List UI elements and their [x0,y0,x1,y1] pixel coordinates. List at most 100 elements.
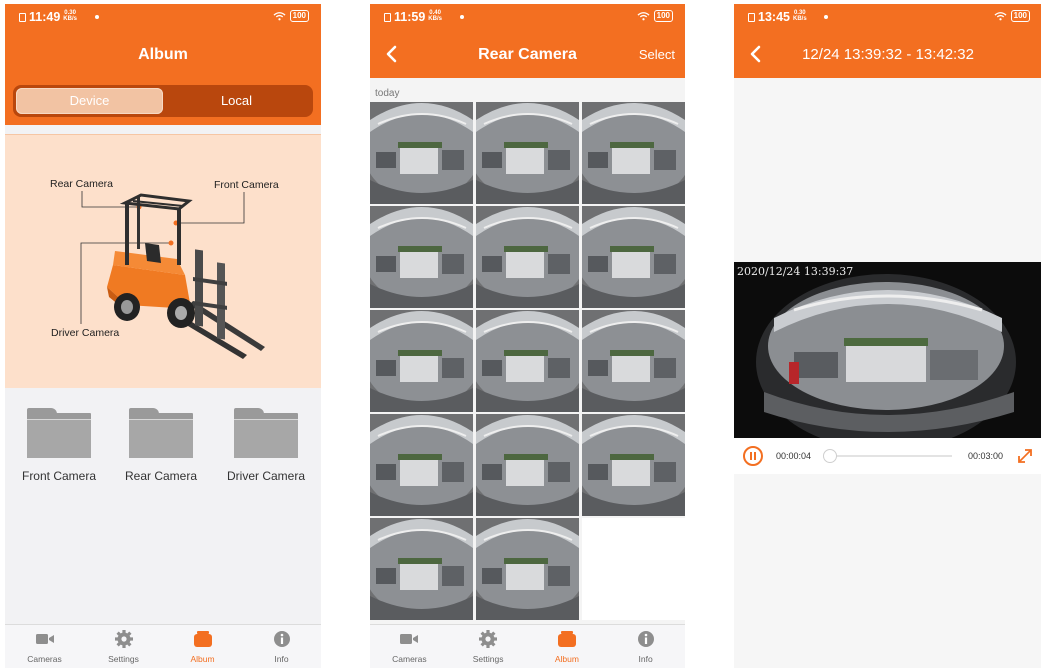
info-icon [273,631,290,647]
tab-label: Cameras [27,654,62,664]
album-icon [557,631,576,647]
rear-camera-screen: 11:59 0.40 KB/s 100 Rear Camera Select tod… [370,4,685,668]
video-thumbnail[interactable] [582,102,685,204]
folder-icon [27,408,91,458]
page-title: 12/24 13:39:32 - 13:42:32 [802,46,974,63]
video-thumbnail[interactable] [476,518,579,620]
album-icon [193,631,212,647]
folder-driver-camera[interactable]: Driver Camera [216,408,316,483]
bottom-tab-bar: Cameras Settings Album Info [5,624,321,668]
tab-label: Settings [472,654,504,664]
status-clock: 13:45 [758,10,790,24]
gear-icon [114,630,133,648]
status-time: 13:45 0.30 KB/s [748,10,807,24]
video-frame [734,262,1041,438]
source-segmented-control: Device Local [13,85,313,117]
notification-dot [824,15,828,19]
bottom-tab-bar: Cameras Settings Album Info [370,624,685,668]
tab-info[interactable]: Info [606,625,685,668]
network-speed: 0.40 KB/s [428,10,442,22]
battery-icon: 100 [1010,10,1030,22]
folder-list: Front Camera Rear Camera Driver Camera [5,388,321,624]
video-thumbnail[interactable] [582,206,685,308]
info-icon [637,631,654,647]
fullscreen-icon[interactable] [1016,447,1034,465]
tab-cameras[interactable]: Cameras [5,625,84,668]
folder-front-camera[interactable]: Front Camera [9,408,109,483]
tab-album[interactable]: Album [163,625,242,668]
nav-bar: 12/24 13:39:32 - 13:42:32 [734,30,1041,78]
network-speed: 0.30 KB/s [793,10,807,22]
folder-label: Front Camera [21,469,97,483]
sim-icon [19,13,26,22]
video-thumbnail[interactable] [370,206,473,308]
album-screen: 11:49 0.30 KB/s 100 Album Device Local Rea… [5,4,321,668]
seek-bar[interactable] [826,455,952,457]
tab-label: Album [190,654,215,664]
status-time: 11:59 0.40 KB/s [384,10,442,24]
video-thumbnail[interactable] [370,102,473,204]
tab-label: Info [638,654,653,664]
wifi-icon [637,12,650,21]
folder-icon [129,408,193,458]
network-speed: 0.30 KB/s [63,10,77,22]
folder-rear-camera[interactable]: Rear Camera [111,408,211,483]
folder-icon [234,408,298,458]
nav-bar: Rear Camera Select [370,30,685,78]
section-header-today: today [375,88,400,99]
tab-settings[interactable]: Settings [449,625,528,668]
status-bar: 11:59 0.40 KB/s 100 [370,4,685,30]
network-speed-unit: KB/s [428,16,442,22]
video-player[interactable]: 2020/12/24 13:39:37 [734,262,1041,438]
empty-grid-cell [582,518,685,620]
segment-local[interactable]: Local [163,88,310,114]
folder-label: Rear Camera [124,469,198,483]
video-thumbnail[interactable] [582,310,685,412]
tab-settings[interactable]: Settings [84,625,163,668]
sim-icon [748,13,755,22]
network-speed-unit: KB/s [63,16,77,22]
page-title: Album [138,46,188,63]
video-thumbnail[interactable] [582,414,685,516]
forklift-image [107,193,265,359]
nav-bar: Album [5,30,321,78]
video-timestamp-overlay: 2020/12/24 13:39:37 [737,265,854,278]
select-button[interactable]: Select [639,47,675,62]
video-camera-icon [35,634,54,644]
video-thumbnail[interactable] [476,414,579,516]
segment-device[interactable]: Device [16,88,163,114]
battery-icon: 100 [289,10,309,22]
notification-dot [95,15,99,19]
status-bar: 11:49 0.30 KB/s 100 [5,4,321,30]
video-thumbnail[interactable] [476,206,579,308]
sim-icon [384,13,391,22]
pause-button[interactable] [743,446,763,466]
wifi-icon [273,12,286,21]
tab-cameras[interactable]: Cameras [370,625,449,668]
thumbnail-grid-area: today [370,78,685,624]
video-thumbnail[interactable] [370,414,473,516]
status-bar: 13:45 0.30 KB/s 100 [734,4,1041,30]
tab-info[interactable]: Info [242,625,321,668]
video-thumbnail[interactable] [476,102,579,204]
camera-position-diagram: Rear Camera Front Camera Driver Camera [5,134,321,388]
status-clock: 11:49 [29,10,61,24]
page-title: Rear Camera [478,46,577,63]
notification-dot [460,15,464,19]
video-player-screen: 13:45 0.30 KB/s 100 12/24 13:39:32 - 13:42… [734,4,1041,668]
duration: 00:03:00 [968,451,1004,461]
tab-album[interactable]: Album [528,625,607,668]
status-clock: 11:59 [394,10,426,24]
source-switch-area: Device Local [5,78,321,125]
network-speed-unit: KB/s [792,16,807,22]
video-thumbnail[interactable] [476,310,579,412]
playback-controls: 00:00:04 00:03:00 [734,438,1041,474]
tab-label: Settings [108,654,139,664]
current-time: 00:00:04 [776,451,812,461]
tab-label: Info [274,654,289,664]
video-thumbnail[interactable] [370,518,473,620]
seek-knob[interactable] [822,449,837,463]
video-thumbnail[interactable] [370,310,473,412]
video-camera-icon [400,634,419,644]
wifi-icon [994,12,1007,21]
